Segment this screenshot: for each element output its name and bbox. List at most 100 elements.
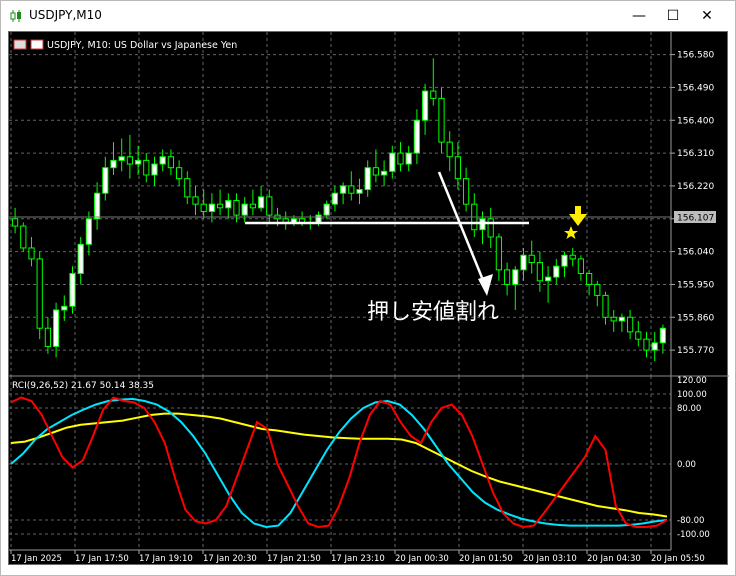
drawn-arrow-head: [478, 274, 493, 296]
candlestick-icon: [10, 10, 21, 22]
window-title: USDJPY,M10: [29, 8, 102, 22]
candle-body: [85, 218, 93, 245]
candle-body: [200, 203, 207, 212]
chart-header: USDJPY, M10: US Dollar vs Japanese Yen: [13, 39, 237, 51]
candle-body: [315, 214, 322, 223]
candle-body: [151, 163, 158, 176]
candle-body: [495, 236, 503, 271]
candle-body: [233, 200, 240, 216]
title-bar[interactable]: USDJPY,M10 — ☐ ✕: [1, 1, 735, 31]
candle-body: [585, 272, 593, 285]
candle-body: [69, 272, 76, 307]
candle-body: [569, 254, 576, 260]
candle-body: [561, 254, 568, 267]
candle-body: [134, 159, 142, 165]
candle-body: [44, 327, 52, 347]
candle-body: [20, 225, 27, 249]
candle-body: [167, 156, 175, 169]
candle-body: [93, 192, 101, 220]
candle-body: [61, 305, 68, 311]
candle-body: [208, 203, 216, 212]
candle-body: [356, 189, 363, 194]
rci-short-line: [10, 396, 668, 529]
candle-body: [446, 141, 453, 158]
candle-body: [577, 258, 585, 274]
price-tick-label: 156.490: [677, 83, 714, 93]
candle-body: [643, 338, 650, 351]
candle-body: [52, 309, 60, 347]
candle-body: [454, 156, 462, 180]
indicator-tick-label: 0.00: [677, 460, 696, 470]
indicator-tick-label: 80.00: [677, 404, 701, 414]
indicator-tick-label: -80.00: [677, 516, 704, 526]
candle-body: [659, 327, 667, 344]
candle-body: [512, 269, 519, 285]
flag-icon: [30, 39, 44, 50]
candle-body: [421, 90, 429, 121]
maximize-button[interactable]: ☐: [656, 1, 690, 31]
candle-body: [348, 185, 355, 194]
candle-body: [372, 167, 380, 176]
indicator-label: RCI(9,26,52) 21.67 50.14 38.35: [12, 381, 154, 391]
candle-body: [110, 159, 117, 169]
candle-body: [266, 196, 273, 216]
candle-body: [339, 185, 347, 194]
candle-body: [77, 243, 84, 274]
candle-body: [594, 283, 601, 296]
rci-lines: [10, 396, 668, 529]
price-tick-label: 156.310: [677, 149, 714, 159]
chart-grid: [9, 32, 671, 550]
candle-body: [413, 119, 421, 154]
candle-body: [331, 192, 339, 205]
price-tick-label: 156.580: [677, 51, 714, 61]
time-tick-label: 17 Jan 20:30: [203, 554, 257, 564]
time-tick-label: 17 Jan 17:50: [75, 554, 129, 564]
down-arrow-icon: [569, 206, 587, 226]
candle-body: [159, 156, 166, 165]
minimize-button[interactable]: —: [622, 1, 656, 31]
candle-body: [36, 258, 43, 329]
candle-body: [184, 178, 191, 198]
candle-body: [175, 167, 183, 180]
price-tick-label: 156.040: [677, 248, 714, 258]
candle-body: [462, 178, 470, 205]
candle-body: [323, 203, 330, 216]
time-tick-label: 20 Jan 05:50: [651, 554, 705, 564]
flag-icon: [13, 39, 27, 50]
chart-canvas[interactable]: 156.580 156.490 156.400 156.310 156.220 156.1…: [9, 32, 729, 566]
candle-body: [544, 276, 552, 282]
star-icon: [564, 226, 578, 239]
candle-body: [126, 156, 134, 165]
candle-body: [553, 265, 560, 278]
candle-body: [438, 97, 445, 143]
candle-body: [102, 167, 109, 194]
candle-body: [536, 262, 544, 282]
time-tick-label: 17 Jan 19:10: [139, 554, 193, 564]
price-tick-label: 156.400: [677, 116, 714, 126]
candle-body: [11, 218, 19, 227]
time-tick-label: 20 Jan 00:30: [395, 554, 449, 564]
candle-body: [618, 316, 626, 322]
candles: [11, 58, 667, 362]
candle-body: [225, 200, 232, 209]
indicator-tick-label: 120.00: [677, 376, 707, 386]
price-tick-label: 155.860: [677, 313, 714, 323]
time-tick-label: 17 Jan 2025: [11, 554, 62, 564]
time-tick-label: 20 Jan 01:50: [459, 554, 513, 564]
candle-body: [364, 167, 371, 191]
candle-body: [528, 254, 535, 264]
indicator-tick-label: 100.00: [677, 390, 707, 400]
candle-body: [257, 196, 265, 209]
candle-body: [380, 170, 388, 176]
candle-body: [405, 152, 412, 165]
candle-body: [602, 294, 609, 318]
time-tick-label: 20 Jan 03:10: [523, 554, 577, 564]
candle-body: [651, 342, 658, 351]
chart-area[interactable]: 156.580 156.490 156.400 156.310 156.220 156.1…: [8, 31, 729, 566]
close-button[interactable]: ✕: [690, 1, 724, 31]
candle-body: [118, 156, 125, 161]
candle-body: [28, 247, 35, 260]
indicator-tick-label: -100.00: [677, 530, 710, 540]
current-price-label: 156.107: [677, 214, 714, 224]
price-tick-label: 155.770: [677, 346, 714, 356]
